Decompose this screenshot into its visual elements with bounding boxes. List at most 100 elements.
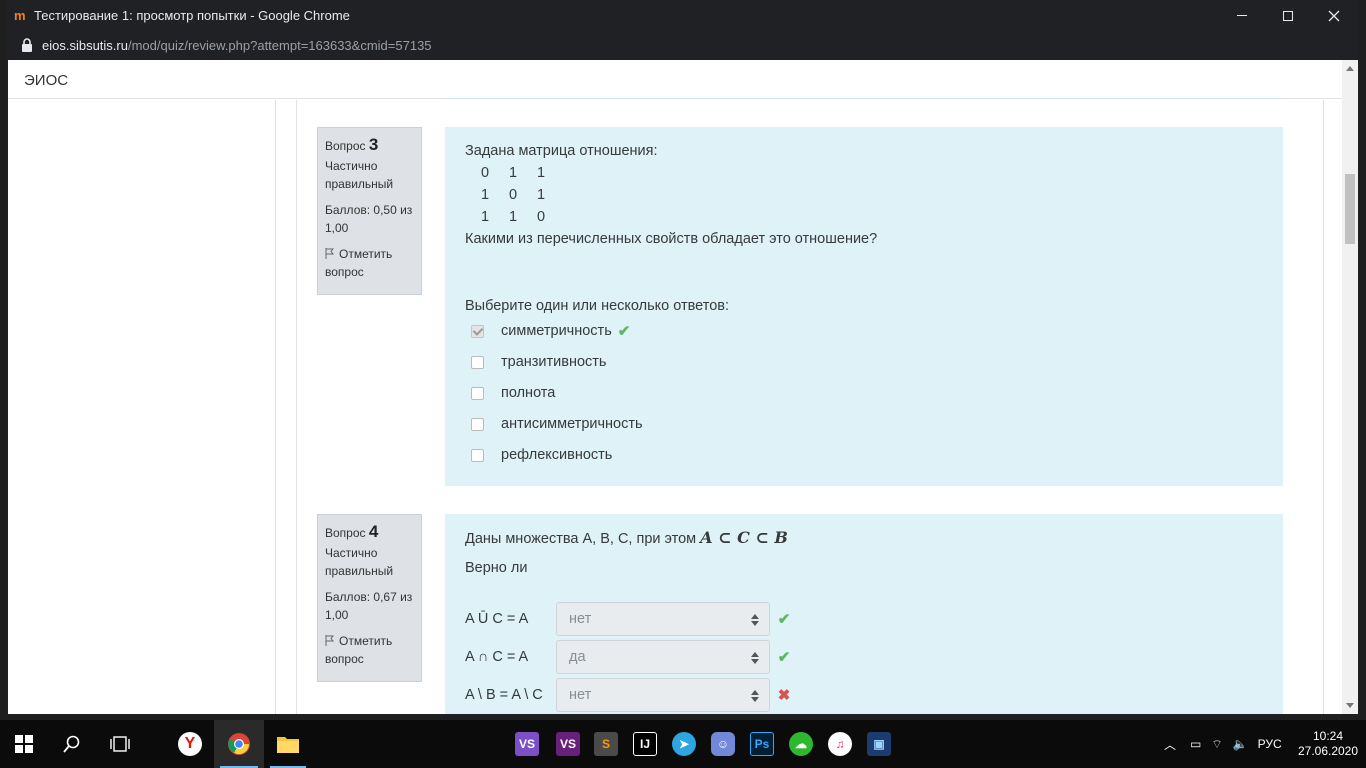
- answer-checkbox[interactable]: [471, 386, 484, 400]
- answer-label: симметричность: [501, 323, 612, 339]
- answer-select[interactable]: нет: [556, 602, 770, 636]
- matrix-cell: 1: [508, 165, 518, 181]
- site-brand[interactable]: ЭИОС: [24, 72, 68, 89]
- page-scrollbar[interactable]: [1342, 60, 1358, 714]
- yandex-icon: Y: [178, 732, 202, 756]
- url-path: /mod/quiz/review.php?attempt=163633&cmid…: [127, 38, 432, 53]
- question-text: Верно ли: [465, 560, 528, 576]
- sublime-icon: S: [594, 732, 618, 756]
- folder-icon: [277, 737, 299, 753]
- question-4-content: Даны множества A, B, C, при этом A ⊂ C ⊂…: [445, 514, 1283, 714]
- question-grade: Баллов: 0,67 из 1,00: [325, 590, 413, 622]
- flag-question-label: Отметить вопрос: [325, 634, 393, 666]
- answer-select[interactable]: нет: [556, 678, 770, 712]
- page-viewport: ЭИОС Вопрос 3 Частично правильный Баллов…: [8, 60, 1358, 714]
- wifi-icon[interactable]: ⌔: [1211, 737, 1222, 752]
- answer-option: полнота: [471, 383, 555, 403]
- maximize-button[interactable]: [1265, 0, 1311, 31]
- scroll-down-icon[interactable]: [1346, 703, 1354, 708]
- answer-checkbox[interactable]: [471, 417, 484, 431]
- answer-checkbox[interactable]: [471, 448, 484, 462]
- correct-check-icon: ✔: [617, 323, 631, 340]
- question-intro: Задана матрица отношения:: [465, 143, 658, 159]
- taskbar-visual-studio-code[interactable]: VS: [504, 720, 550, 768]
- matrix-cell: 0: [480, 165, 490, 181]
- taskbar-yandex-browser[interactable]: Y: [166, 720, 214, 768]
- taskbar-discord[interactable]: ☺: [702, 720, 744, 768]
- taskbar-photoshop[interactable]: Ps: [741, 720, 783, 768]
- task-view-icon: [110, 736, 130, 752]
- taskbar-sublime[interactable]: S: [585, 720, 627, 768]
- close-icon: [1328, 10, 1340, 21]
- minimize-icon: [1237, 15, 1247, 16]
- visual-studio-icon: VS: [556, 732, 580, 756]
- taskbar-telegram[interactable]: ➤: [664, 720, 704, 768]
- matrix-row: 0 1 1: [471, 165, 555, 181]
- address-bar[interactable]: eios.sibsutis.ru/mod/quiz/review.php?att…: [7, 31, 1359, 60]
- discord-icon: ☺: [711, 732, 735, 756]
- intellij-icon: IJ: [633, 732, 657, 756]
- scrollbar-thumb[interactable]: [1345, 174, 1355, 244]
- clock-time: 10:24: [1312, 729, 1344, 743]
- select-arrows-icon: [751, 614, 759, 626]
- matrix-cell: 1: [480, 209, 490, 225]
- question-grade: Баллов: 0,50 из 1,00: [325, 203, 413, 235]
- close-button[interactable]: [1311, 0, 1357, 31]
- match-row: A \ B = A \ C нет ✖: [465, 677, 792, 713]
- taskbar-intellij[interactable]: IJ: [624, 720, 666, 768]
- previous-question-bottom: [445, 98, 1282, 99]
- match-statement: A \ B = A \ C: [465, 687, 543, 703]
- taskbar-file-explorer[interactable]: [264, 720, 312, 768]
- matrix-row: 1 0 1: [471, 187, 555, 203]
- taskbar-music[interactable]: ♫: [819, 720, 861, 768]
- question-number: 3: [368, 135, 379, 154]
- flag-question-link[interactable]: Отметить вопрос: [325, 632, 414, 668]
- question-3-info: Вопрос 3 Частично правильный Баллов: 0,5…: [317, 127, 422, 295]
- answer-select[interactable]: да: [556, 640, 770, 674]
- start-button[interactable]: [0, 720, 48, 768]
- taskbar-clock[interactable]: 10:24 27.06.2020: [1296, 729, 1360, 759]
- clock-date: 27.06.2020: [1297, 744, 1359, 758]
- select-arrows-icon: [751, 690, 759, 702]
- matrix-cell: 0: [536, 209, 546, 225]
- matrix-cell: 1: [508, 209, 518, 225]
- matrix-row: 1 1 0: [471, 209, 555, 225]
- telegram-icon: ➤: [672, 732, 696, 756]
- answer-checkbox[interactable]: [471, 324, 484, 338]
- answer-label: антисимметричность: [501, 416, 643, 432]
- scroll-up-icon[interactable]: [1346, 66, 1354, 71]
- flag-icon: [325, 248, 335, 259]
- volume-icon[interactable]: 🔈: [1233, 737, 1248, 751]
- taskbar-visual-studio[interactable]: VS: [546, 720, 590, 768]
- lock-icon: [22, 38, 32, 52]
- match-row: A Ū C = A нет ✔: [465, 601, 792, 637]
- matrix-cell: 1: [536, 187, 546, 203]
- system-tray: ︿ ▭ ⌔ 🔈 РУС: [1164, 720, 1282, 768]
- taskbar-virtualbox[interactable]: ▣: [858, 720, 900, 768]
- show-hidden-icons-icon[interactable]: ︿: [1164, 736, 1176, 753]
- minimize-button[interactable]: [1219, 0, 1265, 31]
- taskbar-chrome[interactable]: [214, 720, 264, 768]
- url-text[interactable]: eios.sibsutis.ru/mod/quiz/review.php?att…: [42, 38, 432, 53]
- moodle-icon: m: [14, 8, 26, 23]
- search-button[interactable]: [48, 720, 96, 768]
- answer-checkbox[interactable]: [471, 355, 484, 369]
- input-language[interactable]: РУС: [1258, 737, 1282, 751]
- battery-icon[interactable]: ▭: [1190, 737, 1201, 751]
- question-4-number-line: Вопрос 4: [325, 523, 414, 542]
- left-column-divider: [275, 100, 276, 714]
- photoshop-icon: Ps: [750, 732, 774, 756]
- question-intro: Даны множества A, B, C, при этом: [465, 531, 697, 547]
- matrix-cell: 0: [508, 187, 518, 203]
- question-intro-line: Даны множества A, B, C, при этом A ⊂ C ⊂…: [465, 528, 788, 547]
- flag-question-link[interactable]: Отметить вопрос: [325, 245, 414, 281]
- window-title: Тестирование 1: просмотр попытки - Googl…: [34, 8, 350, 23]
- cloud-icon: ☁: [789, 732, 813, 756]
- question-3-content: Задана матрица отношения: 0 1 1 1 0 1 1 1 0 Ка…: [445, 127, 1283, 486]
- windows-taskbar: Y VS VS S IJ ➤ ☺ Ps ☁ ♫ ▣ ︿ ▭ ⌔ 🔈 РУС 10: [0, 720, 1366, 768]
- task-view-button[interactable]: [96, 720, 144, 768]
- taskbar-cloud-app[interactable]: ☁: [780, 720, 822, 768]
- answer-label: рефлексивность: [501, 447, 613, 463]
- math-formula: A ⊂ C ⊂ B: [700, 528, 788, 547]
- match-statement: A ∩ C = A: [465, 649, 529, 665]
